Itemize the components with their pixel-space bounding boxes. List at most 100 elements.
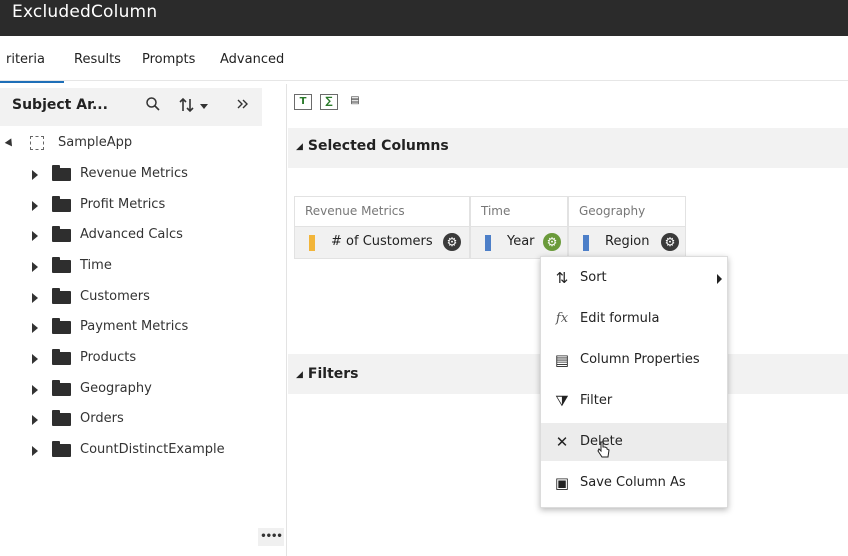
tree-root-label: SampleApp <box>58 135 133 150</box>
tree-item-label: Revenue Metrics <box>80 166 188 181</box>
collapse-caret-icon[interactable] <box>4 138 16 149</box>
expand-caret-icon[interactable] <box>32 385 38 395</box>
expand-caret-icon[interactable] <box>32 170 38 180</box>
folder-icon <box>52 226 71 242</box>
tree-item-label: Payment Metrics <box>80 319 189 334</box>
subject-areas-header: Subject Ar... <box>0 88 262 126</box>
menu-item-sort[interactable]: ⇅ Sort <box>541 259 727 297</box>
window-titlebar: ExcludedColumn <box>0 0 848 36</box>
subject-area-icon <box>30 136 44 150</box>
menu-item-label: Edit formula <box>580 311 660 326</box>
selected-columns-section-header[interactable]: ◢ Selected Columns <box>288 128 848 168</box>
folder-icon <box>52 410 71 426</box>
menu-item-label: Filter <box>580 393 613 408</box>
tab-advanced[interactable]: Advanced <box>220 52 284 67</box>
sort-icon[interactable] <box>176 96 220 118</box>
tab-bar: riteria Results Prompts Advanced <box>0 46 300 83</box>
gear-icon[interactable]: ⚙ <box>543 233 561 251</box>
filters-title: Filters <box>307 366 359 382</box>
folder-icon <box>52 318 71 334</box>
column-name: # of Customers <box>331 234 433 249</box>
tree-root-sampleapp[interactable]: SampleApp <box>0 134 280 154</box>
tree-item-label: Time <box>80 258 112 273</box>
column-name: Region <box>605 234 650 249</box>
panel-resize-handle[interactable]: •••• <box>258 528 284 546</box>
window-title: ExcludedColumn <box>12 2 158 22</box>
collapse-triangle-icon: ◢ <box>296 370 303 380</box>
menu-item-column-properties[interactable]: ▤ Column Properties <box>541 341 727 379</box>
search-icon[interactable] <box>142 96 164 118</box>
tree-item-payment-metrics[interactable]: Payment Metrics <box>0 316 280 340</box>
menu-item-filter[interactable]: ⧩ Filter <box>541 382 727 420</box>
expand-panel-icon[interactable] <box>232 96 254 118</box>
menu-item-save-column-as[interactable]: ▣ Save Column As <box>541 464 727 502</box>
attribute-column-icon <box>485 235 491 251</box>
tree-item-label: Advanced Calcs <box>80 227 183 242</box>
menu-item-delete[interactable]: ✕ Delete <box>541 423 727 461</box>
section-title: ◢ Filters <box>296 366 359 382</box>
expand-caret-icon[interactable] <box>32 323 38 333</box>
folder-icon <box>52 380 71 396</box>
tree-item-label: Profit Metrics <box>80 197 166 212</box>
column-folder-header: Geography <box>568 196 686 227</box>
tree-item-advanced-calcs[interactable]: Advanced Calcs <box>0 224 280 248</box>
tree-item-orders[interactable]: Orders <box>0 408 280 432</box>
menu-item-label: Save Column As <box>580 475 686 490</box>
tree-item-products[interactable]: Products <box>0 347 280 371</box>
folder-icon <box>52 288 71 304</box>
tree-item-label: Customers <box>80 289 150 304</box>
expand-caret-icon[interactable] <box>32 231 38 241</box>
expand-caret-icon[interactable] <box>32 446 38 456</box>
column-properties-icon: ▤ <box>554 351 570 369</box>
column-context-menu: ⇅ Sort fx Edit formula ▤ Column Properti… <box>540 256 728 508</box>
column-folder-header: Revenue Metrics <box>294 196 470 227</box>
tree-item-label: Products <box>80 350 137 365</box>
menu-item-edit-formula[interactable]: fx Edit formula <box>541 300 727 338</box>
expand-caret-icon[interactable] <box>32 262 38 272</box>
tree-item-geography[interactable]: Geography <box>0 378 280 402</box>
column-folder-header: Time <box>470 196 568 227</box>
tree-item-countdistinctexample[interactable]: CountDistinctExample <box>0 439 280 463</box>
tree-item-label: Orders <box>80 411 124 426</box>
tree-item-label: Geography <box>80 381 152 396</box>
expand-caret-icon[interactable] <box>32 415 38 425</box>
formula-icon: fx <box>555 311 569 326</box>
folder-icon <box>52 196 71 212</box>
menu-item-label: Sort <box>580 270 607 285</box>
column-name: Year <box>507 234 535 249</box>
column-cell-customers[interactable]: # of Customers ⚙ <box>294 227 470 259</box>
menu-item-label: Column Properties <box>580 352 700 367</box>
selected-columns-title: Selected Columns <box>307 138 449 154</box>
filter-icon: ⧩ <box>555 392 569 410</box>
expand-caret-icon[interactable] <box>32 293 38 303</box>
subject-areas-title: Subject Ar... <box>12 97 108 113</box>
tree-item-profit-metrics[interactable]: Profit Metrics <box>0 194 280 218</box>
section-title: ◢ Selected Columns <box>296 138 449 154</box>
hand-cursor-icon <box>597 441 610 458</box>
folder-icon <box>52 257 71 273</box>
gear-icon[interactable]: ⚙ <box>443 233 461 251</box>
column-cell-region[interactable]: Region ⚙ <box>568 227 686 259</box>
tree-item-revenue-metrics[interactable]: Revenue Metrics <box>0 163 280 187</box>
column-cell-year[interactable]: Year ⚙ <box>470 227 568 259</box>
tab-results[interactable]: Results <box>74 52 121 67</box>
folder-icon <box>52 349 71 365</box>
criteria-toolbar: T ∑ ▤ <box>290 92 490 116</box>
attribute-column-icon <box>583 235 589 251</box>
tree-item-customers[interactable]: Customers <box>0 286 280 310</box>
delete-icon: ✕ <box>555 433 569 451</box>
expand-caret-icon[interactable] <box>32 201 38 211</box>
gear-icon[interactable]: ⚙ <box>661 233 679 251</box>
title-view-icon[interactable]: T <box>294 94 312 110</box>
tree-item-label: CountDistinctExample <box>80 442 225 457</box>
subject-areas-panel: Subject Ar... SampleApp Revenue Metrics … <box>0 84 287 556</box>
tree-item-time[interactable]: Time <box>0 255 280 279</box>
submenu-arrow-icon <box>717 274 722 284</box>
column-properties-icon[interactable]: ▤ <box>346 94 364 110</box>
tab-criteria[interactable]: riteria <box>6 52 45 67</box>
edit-formula-icon[interactable]: ∑ <box>320 94 338 110</box>
tab-prompts[interactable]: Prompts <box>142 52 195 67</box>
measure-column-icon <box>309 235 315 251</box>
sort-icon: ⇅ <box>555 269 569 287</box>
expand-caret-icon[interactable] <box>32 354 38 364</box>
